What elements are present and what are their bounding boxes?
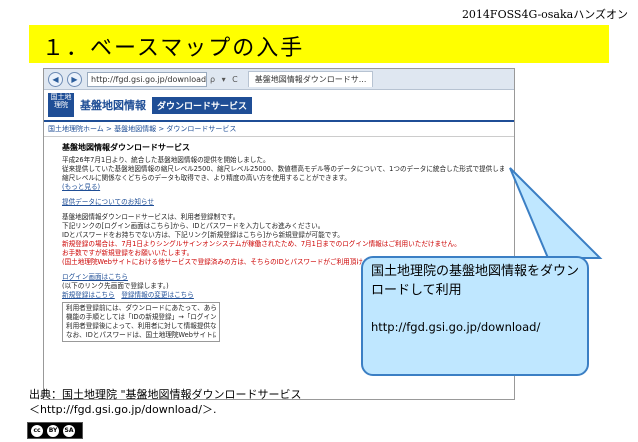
sa-icon: SA [62, 423, 76, 438]
callout-url: http://fgd.gsi.go.jp/download/ [371, 320, 541, 334]
callout-text: 国土地理院の基盤地図情報をダウンロードして利用 [371, 264, 580, 298]
by-icon: BY [46, 423, 60, 438]
source-line-2: ＜http://fgd.gsi.go.jp/download/＞. [29, 403, 217, 416]
cc-icon: cc [30, 423, 44, 438]
source-line-1: 出典：国土地理院 "基盤地図情報ダウンロードサービス [29, 388, 302, 401]
cc-license-badge: cc BY SA [27, 422, 83, 439]
